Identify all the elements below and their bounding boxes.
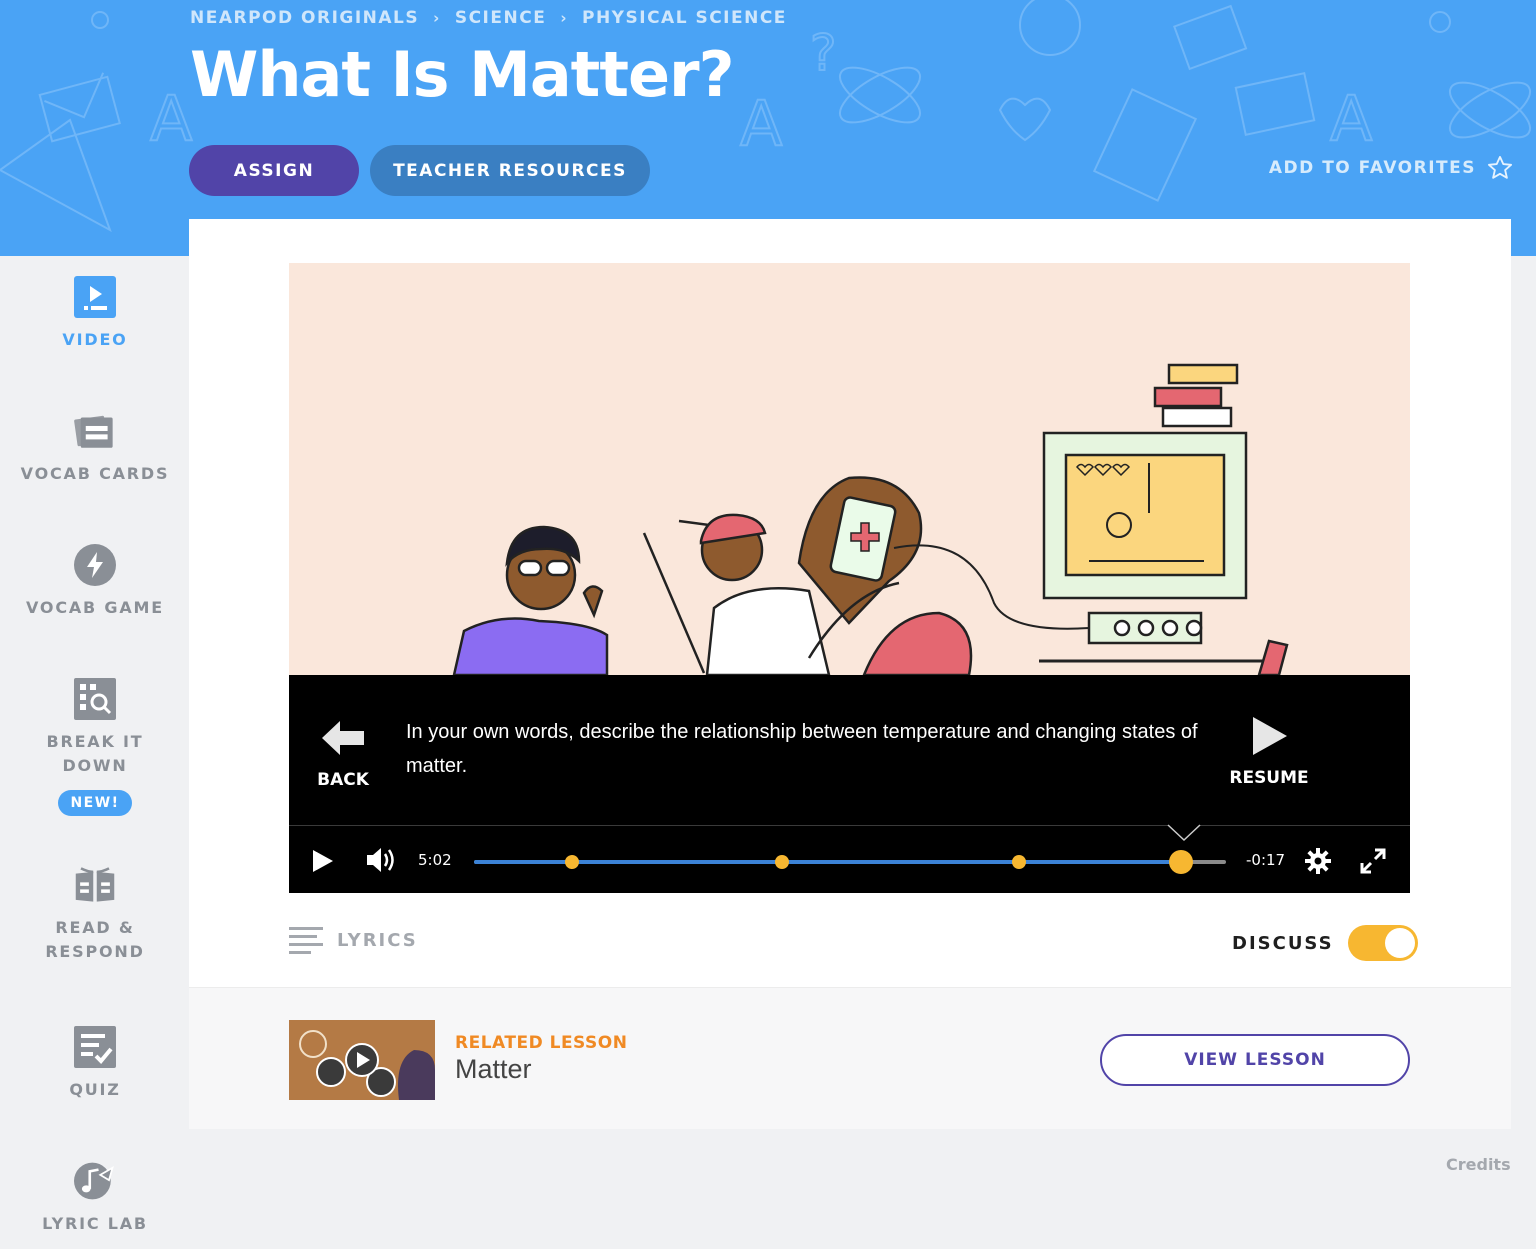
lyrics-toggle[interactable]: LYRICS <box>289 925 418 955</box>
sidebar-item-read-respond[interactable]: READ & RESPOND <box>0 864 190 964</box>
question-overlay: BACK In your own words, describe the rel… <box>289 675 1410 825</box>
sidebar-item-label: LYRIC LAB <box>42 1214 148 1233</box>
volume-icon[interactable] <box>365 846 397 874</box>
discuss-toggle[interactable] <box>1347 925 1418 961</box>
chevron-right-icon: › <box>433 9 441 27</box>
back-button[interactable]: BACK <box>315 719 371 790</box>
breadcrumb-item-science[interactable]: SCIENCE <box>455 8 546 28</box>
sidebar-item-vocab-game[interactable]: VOCAB GAME <box>0 544 190 620</box>
add-to-favorites-button[interactable]: ADD TO FAVORITES <box>1269 154 1514 182</box>
star-icon <box>1487 155 1513 179</box>
back-label: BACK <box>317 770 369 790</box>
breadcrumb-item-nearpod-originals[interactable]: NEARPOD ORIGINALS <box>190 8 419 28</box>
music-note-icon <box>74 1160 116 1202</box>
discussion-question: In your own words, describe the relation… <box>406 721 1198 777</box>
arrow-left-icon <box>322 721 364 755</box>
sidebar: VIDEO VOCAB CARDS VOCAB GAME BREAK IT DO… <box>0 256 190 1249</box>
progress-fill <box>474 860 1181 864</box>
lightning-icon <box>74 544 116 586</box>
sidebar-item-label: QUIZ <box>69 1080 121 1099</box>
svg-text:A: A <box>1330 82 1372 155</box>
page-title: What Is Matter? <box>190 38 735 111</box>
sidebar-item-label: VOCAB CARDS <box>20 464 170 483</box>
discuss-label: DISCUSS <box>1232 932 1334 954</box>
fullscreen-icon[interactable] <box>1360 848 1386 874</box>
sidebar-item-break-it-down[interactable]: BREAK IT DOWN NEW! <box>0 678 190 816</box>
playhead-knob[interactable] <box>1168 850 1193 874</box>
question-marker[interactable] <box>564 855 579 869</box>
open-book-icon <box>74 864 116 906</box>
video-controls: 5:02 -0:17 <box>289 824 1410 893</box>
question-marker[interactable] <box>775 855 790 869</box>
gear-icon[interactable] <box>1305 848 1331 874</box>
lesson-card: BACK In your own words, describe the rel… <box>189 219 1511 1129</box>
assign-button[interactable]: ASSIGN <box>189 145 359 196</box>
video-player[interactable]: BACK In your own words, describe the rel… <box>289 263 1410 893</box>
time-elapsed: 5:02 <box>418 851 452 869</box>
play-icon <box>1253 717 1287 755</box>
sidebar-item-vocab-cards[interactable]: VOCAB CARDS <box>0 410 190 486</box>
breadcrumb-item-physical-science[interactable]: PHYSICAL SCIENCE <box>582 8 787 28</box>
resume-button[interactable]: RESUME <box>1219 715 1319 788</box>
checklist-icon <box>74 1026 116 1068</box>
sidebar-item-label: READ & RESPOND <box>45 918 145 961</box>
new-badge: NEW! <box>58 790 132 816</box>
chevron-right-icon: › <box>560 9 568 27</box>
discuss-control: DISCUSS <box>1232 925 1418 961</box>
sidebar-item-label: VOCAB GAME <box>26 598 164 617</box>
sidebar-item-lyric-lab[interactable]: LYRIC LAB <box>0 1160 190 1236</box>
question-marker[interactable] <box>1012 855 1027 869</box>
related-lesson-title: Matter <box>455 1054 532 1084</box>
svg-text:A: A <box>150 82 192 155</box>
sidebar-item-label: VIDEO <box>62 330 128 349</box>
breadcrumb: NEARPOD ORIGINALS › SCIENCE › PHYSICAL S… <box>190 8 787 28</box>
related-lesson-thumbnail[interactable] <box>289 1020 435 1100</box>
related-lesson-label: RELATED LESSON <box>455 1033 628 1053</box>
sidebar-item-video[interactable]: VIDEO <box>0 276 190 352</box>
add-to-favorites-label: ADD TO FAVORITES <box>1268 158 1476 178</box>
related-lesson: RELATED LESSON Matter VIEW LESSON <box>189 987 1511 1129</box>
current-question-caret <box>1167 824 1201 842</box>
page-header: A A ? A NEARPOD ORIGINALS › SCIENCE › PH… <box>0 0 1536 256</box>
svg-text:A: A <box>740 87 782 160</box>
related-lesson-illustration <box>289 1020 435 1100</box>
magnify-grid-icon <box>74 678 116 720</box>
time-remaining: -0:17 <box>1246 851 1286 869</box>
sidebar-item-label: BREAK IT DOWN <box>46 732 144 775</box>
credits-link[interactable]: Credits <box>1446 1155 1511 1174</box>
resume-label: RESUME <box>1229 768 1309 788</box>
video-icon <box>74 276 116 318</box>
svg-text:?: ? <box>810 24 837 82</box>
sidebar-item-quiz[interactable]: QUIZ <box>0 1026 190 1102</box>
lyrics-label: LYRICS <box>337 929 418 951</box>
play-icon[interactable] <box>311 848 335 874</box>
progress-bar[interactable] <box>474 850 1226 874</box>
video-frame <box>289 263 1410 675</box>
video-illustration <box>452 363 1289 675</box>
view-lesson-button[interactable]: VIEW LESSON <box>1100 1034 1410 1086</box>
vocab-cards-icon <box>74 410 116 452</box>
teacher-resources-button[interactable]: TEACHER RESOURCES <box>370 145 650 196</box>
lines-icon <box>289 927 323 954</box>
